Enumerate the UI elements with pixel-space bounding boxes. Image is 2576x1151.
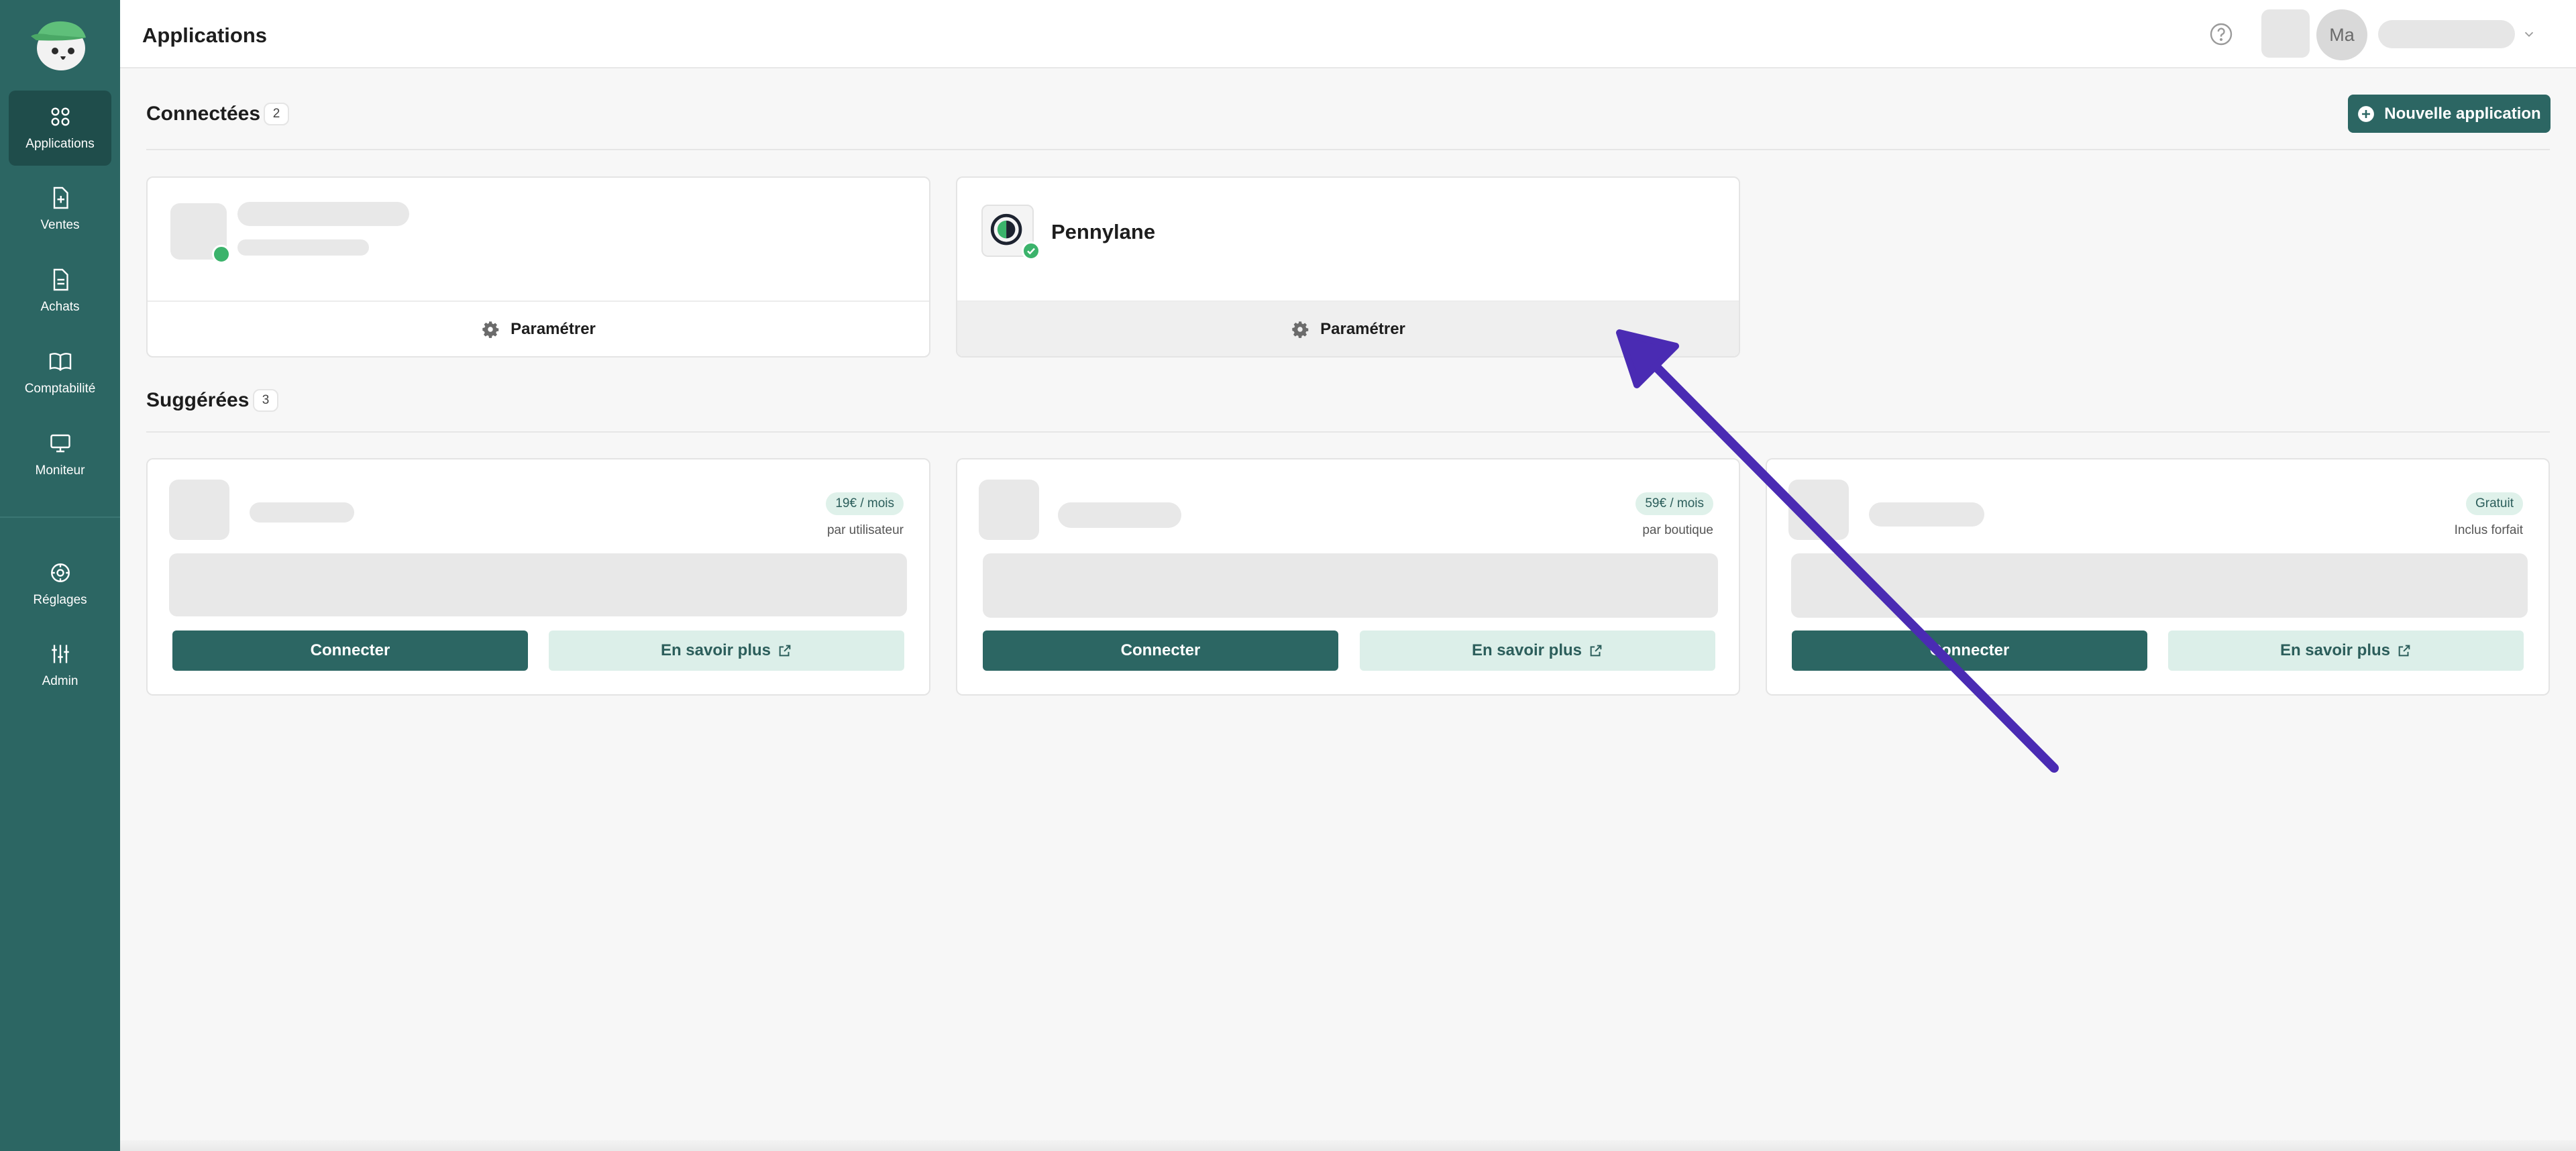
suggested-app-card: 59€ / mois par boutique Connecter En sav… xyxy=(956,458,1740,696)
workspace-logo-placeholder[interactable] xyxy=(2261,9,2310,58)
section-divider xyxy=(146,431,2550,433)
document-plus-icon xyxy=(53,186,68,209)
avatar[interactable]: Ma xyxy=(2316,9,2367,60)
book-icon xyxy=(49,353,71,372)
sidebar-item-reglages[interactable]: Réglages xyxy=(9,547,111,622)
learn-more-button[interactable]: En savoir plus xyxy=(1360,631,1715,671)
sidebar-divider xyxy=(0,516,120,518)
suggested-app-card: Gratuit Inclus forfait Connecter En savo… xyxy=(1766,458,2550,696)
app-name-placeholder xyxy=(250,502,354,523)
sidebar-item-admin[interactable]: Admin xyxy=(9,628,111,703)
connected-check-icon xyxy=(212,245,231,264)
learn-more-label: En savoir plus xyxy=(660,641,771,659)
sidebar-item-label: Achats xyxy=(40,300,80,314)
grid-icon xyxy=(50,107,70,126)
section-divider xyxy=(146,149,2550,150)
plus-circle-icon xyxy=(2358,105,2375,122)
price-subtitle: Inclus forfait xyxy=(2454,523,2523,537)
sidebar-item-comptabilite[interactable]: Comptabilité xyxy=(9,335,111,410)
connected-section-title: Connectées xyxy=(146,103,261,125)
sidebar-item-label: Comptabilité xyxy=(24,382,96,396)
sidebar-item-label: Ventes xyxy=(40,218,80,232)
top-header: Applications Ma xyxy=(120,0,2576,68)
app-desc-placeholder xyxy=(237,239,369,256)
mascot-logo-icon[interactable] xyxy=(30,16,90,71)
app-description-placeholder xyxy=(983,553,1718,618)
connected-check-icon xyxy=(1022,241,1040,260)
chevron-down-icon[interactable] xyxy=(2522,27,2536,42)
connected-app-card-pennylane: Pennylane Paramétrer xyxy=(956,176,1740,358)
external-link-icon xyxy=(779,645,791,657)
connected-app-card: Paramétrer xyxy=(146,176,930,358)
configure-label: Paramétrer xyxy=(511,319,596,338)
help-icon[interactable] xyxy=(2209,22,2233,46)
gear-icon xyxy=(482,321,499,338)
configure-button[interactable]: Paramétrer xyxy=(957,300,1739,356)
learn-more-button[interactable]: En savoir plus xyxy=(549,631,904,671)
sidebar-item-achats[interactable]: Achats xyxy=(9,254,111,329)
connect-button[interactable]: Connecter xyxy=(983,631,1338,671)
sidebar: Applications Ventes Achats Comptabilité … xyxy=(0,0,120,1151)
connected-count-badge: 2 xyxy=(264,103,289,125)
app-name-placeholder xyxy=(1058,502,1181,528)
price-subtitle: par utilisateur xyxy=(826,523,904,537)
gear-icon xyxy=(50,563,70,582)
monitor-icon xyxy=(50,434,70,453)
sidebar-item-label: Applications xyxy=(25,137,95,151)
app-logo-placeholder xyxy=(169,480,229,540)
suggested-section-title: Suggérées xyxy=(146,389,250,411)
app-description-placeholder xyxy=(1791,553,2528,618)
price-subtitle: par boutique xyxy=(1642,523,1713,537)
learn-more-label: En savoir plus xyxy=(1471,641,1582,659)
learn-more-button[interactable]: En savoir plus xyxy=(2168,631,2524,671)
sidebar-item-label: Admin xyxy=(42,674,78,688)
price-badge: 19€ / mois xyxy=(826,492,904,515)
app-name-placeholder xyxy=(1869,502,1984,527)
sidebar-item-moniteur[interactable]: Moniteur xyxy=(9,417,111,492)
connect-button[interactable]: Connecter xyxy=(172,631,528,671)
document-icon xyxy=(53,268,68,291)
suggested-count-badge: 3 xyxy=(253,389,278,412)
learn-more-label: En savoir plus xyxy=(2279,641,2391,659)
app-name-placeholder xyxy=(237,202,409,226)
sidebar-item-label: Réglages xyxy=(33,593,87,607)
checkmark-icon xyxy=(1027,248,1035,255)
user-name-placeholder[interactable] xyxy=(2378,20,2515,48)
app-description-placeholder xyxy=(169,553,907,616)
avatar-initials: Ma xyxy=(2329,24,2355,45)
gear-icon xyxy=(1292,321,1309,338)
external-link-icon xyxy=(2398,645,2410,657)
price-badge: Gratuit xyxy=(2465,492,2523,515)
new-application-button[interactable]: Nouvelle application xyxy=(2348,95,2551,133)
app-logo-placeholder xyxy=(1788,480,1849,540)
sidebar-item-applications[interactable]: Applications xyxy=(9,91,111,166)
sidebar-item-ventes[interactable]: Ventes xyxy=(9,172,111,247)
page-title: Applications xyxy=(142,23,268,47)
configure-button[interactable]: Paramétrer xyxy=(148,300,929,356)
price-badge: 59€ / mois xyxy=(1635,492,1713,515)
external-link-icon xyxy=(1590,645,1602,657)
configure-label: Paramétrer xyxy=(1320,319,1405,338)
app-name: Pennylane xyxy=(1051,220,1156,243)
suggested-app-card: 19€ / mois par utilisateur Connecter En … xyxy=(146,458,930,696)
new-application-label: Nouvelle application xyxy=(2384,104,2541,123)
connect-button[interactable]: Connecter xyxy=(1792,631,2147,671)
sliders-icon xyxy=(51,645,69,663)
sidebar-item-label: Moniteur xyxy=(35,463,85,478)
app-logo-placeholder xyxy=(979,480,1039,540)
bottom-edge xyxy=(120,1140,2576,1151)
